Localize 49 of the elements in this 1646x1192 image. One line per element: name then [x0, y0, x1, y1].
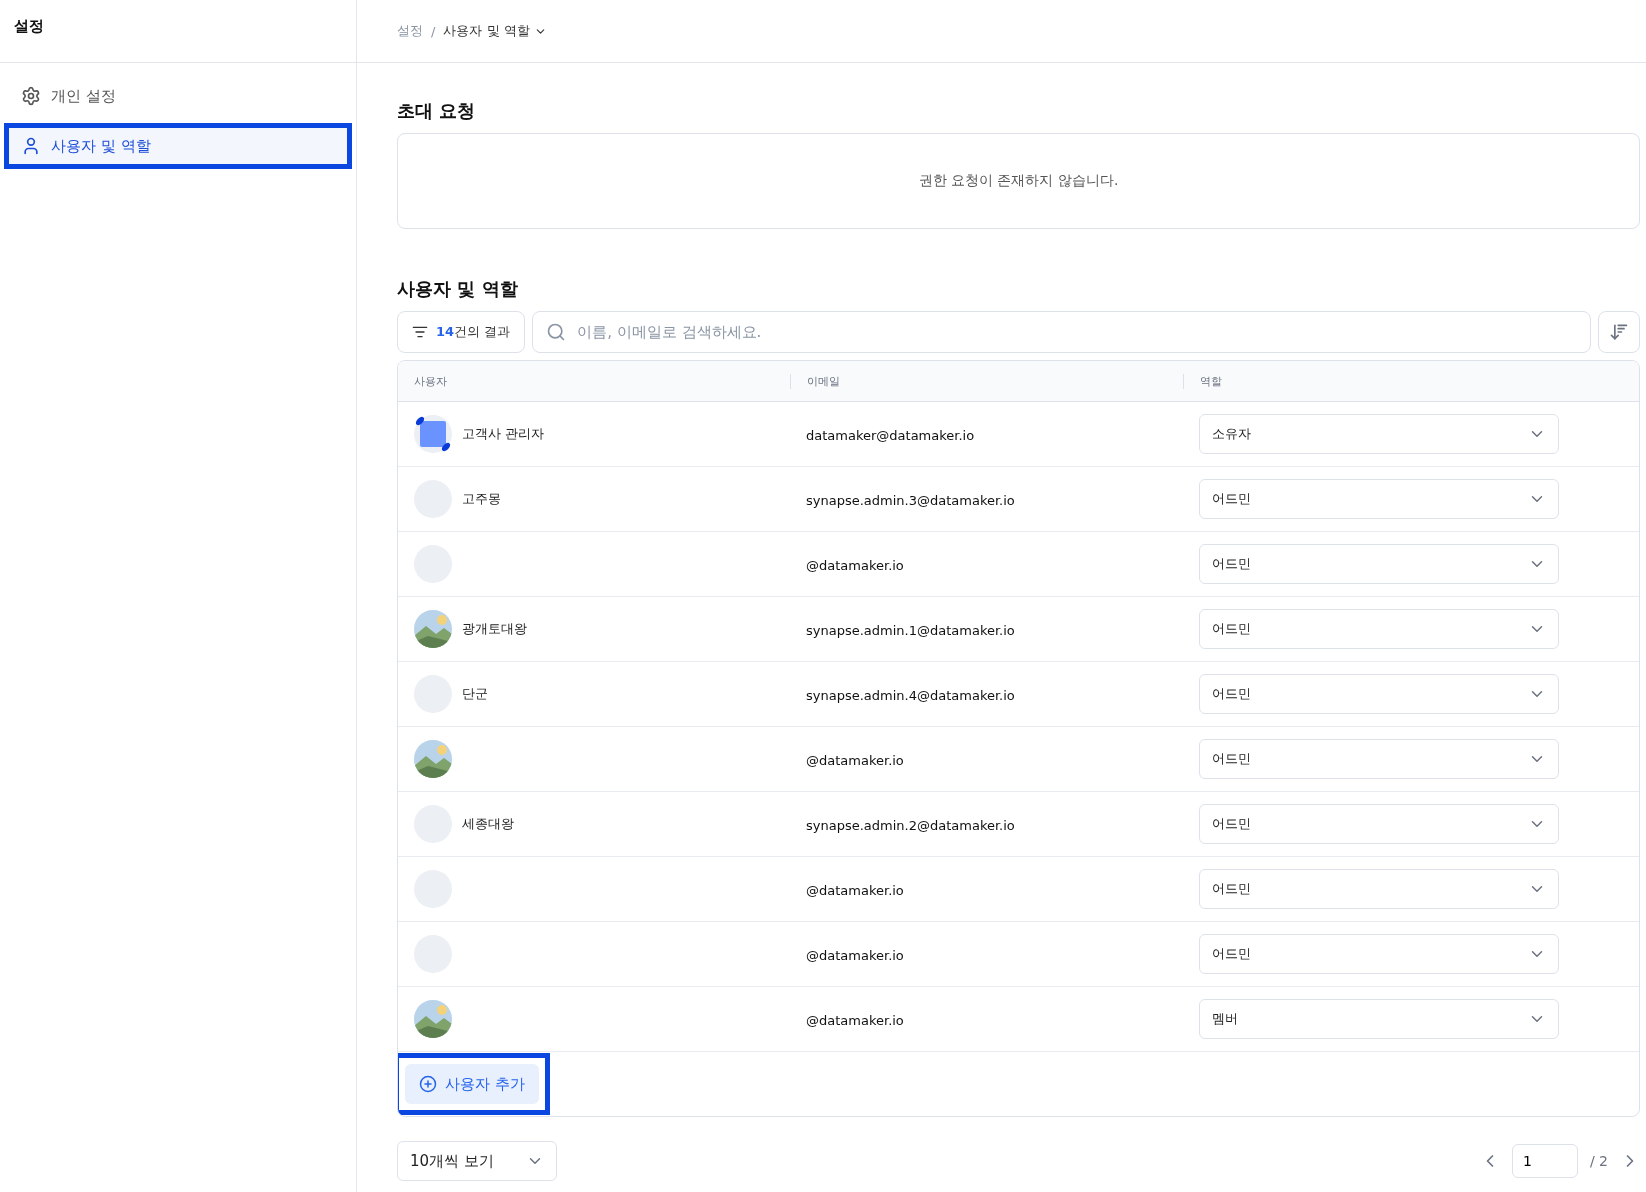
sidebar-title: 설정: [14, 17, 44, 35]
sort-icon: [1609, 322, 1629, 342]
page-input[interactable]: 1: [1511, 1144, 1578, 1178]
email-cell-text: @datamaker.io: [805, 947, 904, 963]
page-total: / 2: [1589, 1153, 1608, 1169]
role-dropdown[interactable]: 어드민: [1199, 674, 1559, 714]
sidebar-item[interactable]: 사용자 및 역할: [4, 123, 352, 169]
email-cell-text: @datamaker.io: [805, 752, 904, 768]
breadcrumb-item[interactable]: 사용자 및 역할: [443, 22, 547, 40]
user-name: 고객사 관리자: [462, 425, 545, 443]
role-dropdown[interactable]: 어드민: [1199, 804, 1559, 844]
email-cell-text: @datamaker.io: [805, 1012, 904, 1028]
email-cell-text: synapse.admin.3@datamaker.io: [805, 492, 1015, 508]
email-cell-text: @datamaker.io: [805, 882, 904, 898]
email-cell-text: datamaker@datamaker.io: [805, 427, 975, 443]
role-dropdown[interactable]: 어드민: [1199, 934, 1559, 974]
settings-icon: [21, 86, 41, 106]
role-dropdown[interactable]: 어드민: [1199, 609, 1559, 649]
search-field[interactable]: 이름, 이메일로 검색하세요.: [532, 311, 1591, 353]
breadcrumb-separator: /: [431, 23, 436, 39]
email-cell-text: synapse.admin.2@datamaker.io: [805, 817, 1015, 833]
logo-icon: [414, 415, 452, 453]
role-dropdown[interactable]: 어드민: [1199, 479, 1559, 519]
section-title: 초대 요청: [397, 99, 477, 123]
role-dropdown[interactable]: 소유자: [1199, 414, 1559, 454]
section-title: 사용자 및 역할: [397, 277, 519, 301]
plus-icon: [419, 1075, 437, 1093]
sidebar-item[interactable]: 개인 설정: [4, 73, 352, 119]
page-size-dropdown[interactable]: 10개씩 보기: [397, 1141, 557, 1181]
email-cell-text: @datamaker.io: [805, 557, 904, 573]
role-dropdown[interactable]: 어드민: [1199, 739, 1559, 779]
user-name: 고주몽: [462, 490, 501, 508]
role-dropdown[interactable]: 멤버: [1199, 999, 1559, 1039]
empty-message: 권한 요청이 존재하지 않습니다.: [918, 172, 1119, 190]
user-name: 광개토대왕: [462, 620, 527, 638]
add-user-button[interactable]: 사용자 추가: [405, 1064, 539, 1104]
user-name: 세종대왕: [462, 815, 514, 833]
user-name: 단군: [462, 685, 488, 703]
column-header: 이메일: [790, 373, 1183, 389]
sort-button[interactable]: [1598, 311, 1640, 353]
column-header: 역할: [1183, 373, 1575, 389]
role-dropdown[interactable]: 어드민: [1199, 869, 1559, 909]
email-cell-text: synapse.admin.1@datamaker.io: [805, 622, 1015, 638]
user-icon: [21, 136, 41, 156]
role-dropdown[interactable]: 어드민: [1199, 544, 1559, 584]
column-header: 사용자: [413, 373, 448, 389]
filter-button[interactable]: 14건의 결과: [397, 311, 526, 353]
email-cell-text: synapse.admin.4@datamaker.io: [805, 687, 1015, 703]
filter-icon: [412, 324, 428, 340]
